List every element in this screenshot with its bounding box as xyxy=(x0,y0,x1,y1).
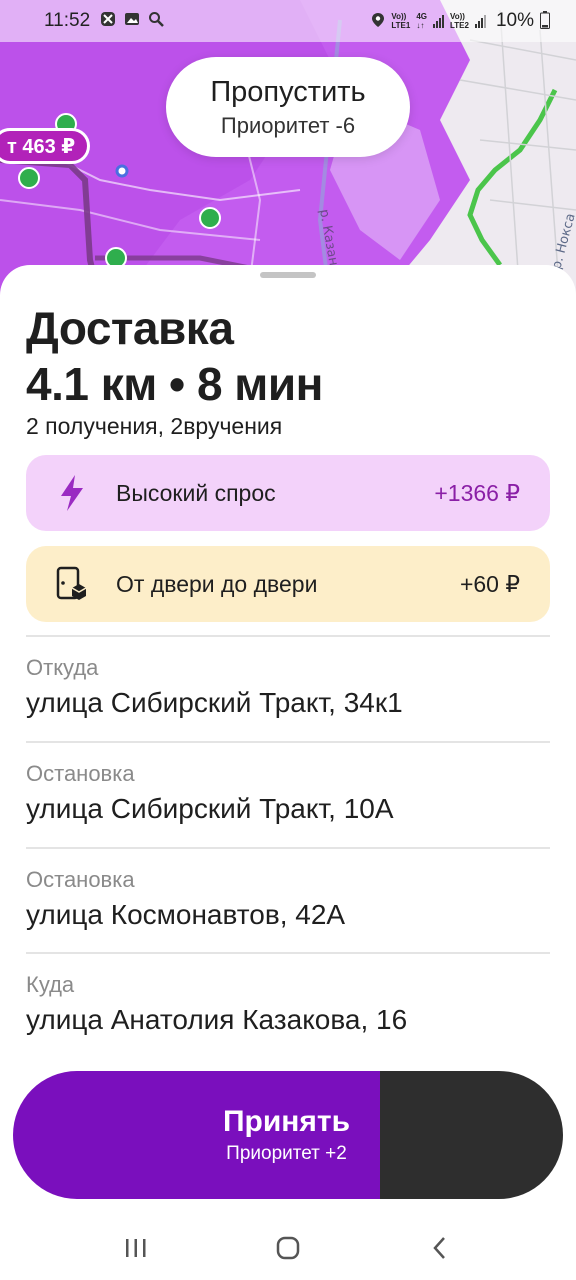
high-demand-badge: Высокий спрос +1366 ₽ xyxy=(26,455,550,531)
accept-remaining xyxy=(380,1071,563,1199)
high-demand-label: Высокий спрос xyxy=(116,479,276,506)
accept-title: Принять xyxy=(222,1105,351,1138)
image-notification-icon xyxy=(124,11,140,32)
route-point-stop-2: Остановка улица Космонавтов, 42А xyxy=(26,847,550,953)
skip-button[interactable]: Пропустить Приоритет -6 xyxy=(166,57,410,157)
sheet-drag-handle[interactable] xyxy=(260,272,316,278)
system-nav-bar xyxy=(0,1216,576,1280)
route-point-label: Куда xyxy=(26,972,75,997)
door-box-icon xyxy=(52,564,92,604)
door-to-door-value: +60 ₽ xyxy=(459,570,520,597)
route-point-to: Куда улица Анатолия Казакова, 16 xyxy=(26,952,550,1058)
route-point-address: улица Анатолия Казакова, 16 xyxy=(26,1004,408,1035)
battery-percent: 10% xyxy=(495,10,534,31)
status-time: 11:52 xyxy=(44,10,91,31)
lightning-icon xyxy=(52,473,92,513)
signal2-icon xyxy=(474,14,486,28)
door-to-door-badge: От двери до двери +60 ₽ xyxy=(26,546,550,622)
home-icon[interactable] xyxy=(258,1223,318,1273)
sim2-lte-label: Vo)) LTE2 xyxy=(450,12,469,30)
status-indicators: Vo)) LTE1 4G ↓↑ Vo)) LTE2 10% xyxy=(371,10,550,32)
bottom-action-area: Принять Приоритет +2 xyxy=(0,1056,576,1280)
order-title: Доставка xyxy=(26,302,234,354)
route-point-label: Остановка xyxy=(26,761,135,786)
battery-icon xyxy=(540,10,550,32)
location-icon xyxy=(371,12,385,31)
skip-title: Пропустить xyxy=(210,75,366,108)
route-point-address: улица Сибирский Тракт, 34к1 xyxy=(26,687,403,718)
route-point-label: Откуда xyxy=(26,655,99,680)
route-point-address: улица Сибирский Тракт, 10А xyxy=(26,793,394,824)
back-icon[interactable] xyxy=(410,1223,470,1273)
route-point-stop-1: Остановка улица Сибирский Тракт, 10А xyxy=(26,741,550,847)
app-notification-icon xyxy=(100,11,116,32)
sim1-lte-label: Vo)) LTE1 xyxy=(391,12,411,30)
order-sheet[interactable]: Доставка 4.1 км • 8 мин 2 получения, 2вр… xyxy=(0,265,576,1065)
signal-icon xyxy=(433,14,444,28)
order-pickups-dropoffs: 2 получения, 2вручения xyxy=(26,413,283,439)
skip-priority: Приоритет -6 xyxy=(220,112,356,138)
route-point-address: улица Космонавтов, 42А xyxy=(26,899,346,930)
recent-apps-icon[interactable] xyxy=(106,1223,166,1273)
accept-priority: Приоритет +2 xyxy=(226,1143,347,1164)
route-point-label: Остановка xyxy=(26,867,135,892)
route-point-from: Откуда улица Сибирский Тракт, 34к1 xyxy=(26,635,550,741)
map-price-tag[interactable]: т 463 ₽ xyxy=(0,128,91,164)
accept-button[interactable]: Принять Приоритет +2 xyxy=(13,1071,563,1199)
search-notification-icon xyxy=(148,11,165,32)
high-demand-value: +1366 ₽ xyxy=(434,479,520,506)
order-distance-time: 4.1 км • 8 мин xyxy=(26,358,323,410)
status-bar: 11:52 Vo)) LTE1 4G ↓↑ Vo)) LTE2 10% xyxy=(0,0,576,42)
door-to-door-label: От двери до двери xyxy=(116,570,318,597)
network-label: 4G ↓↑ xyxy=(416,12,427,30)
accept-progress-fill: Принять Приоритет +2 xyxy=(13,1071,380,1199)
